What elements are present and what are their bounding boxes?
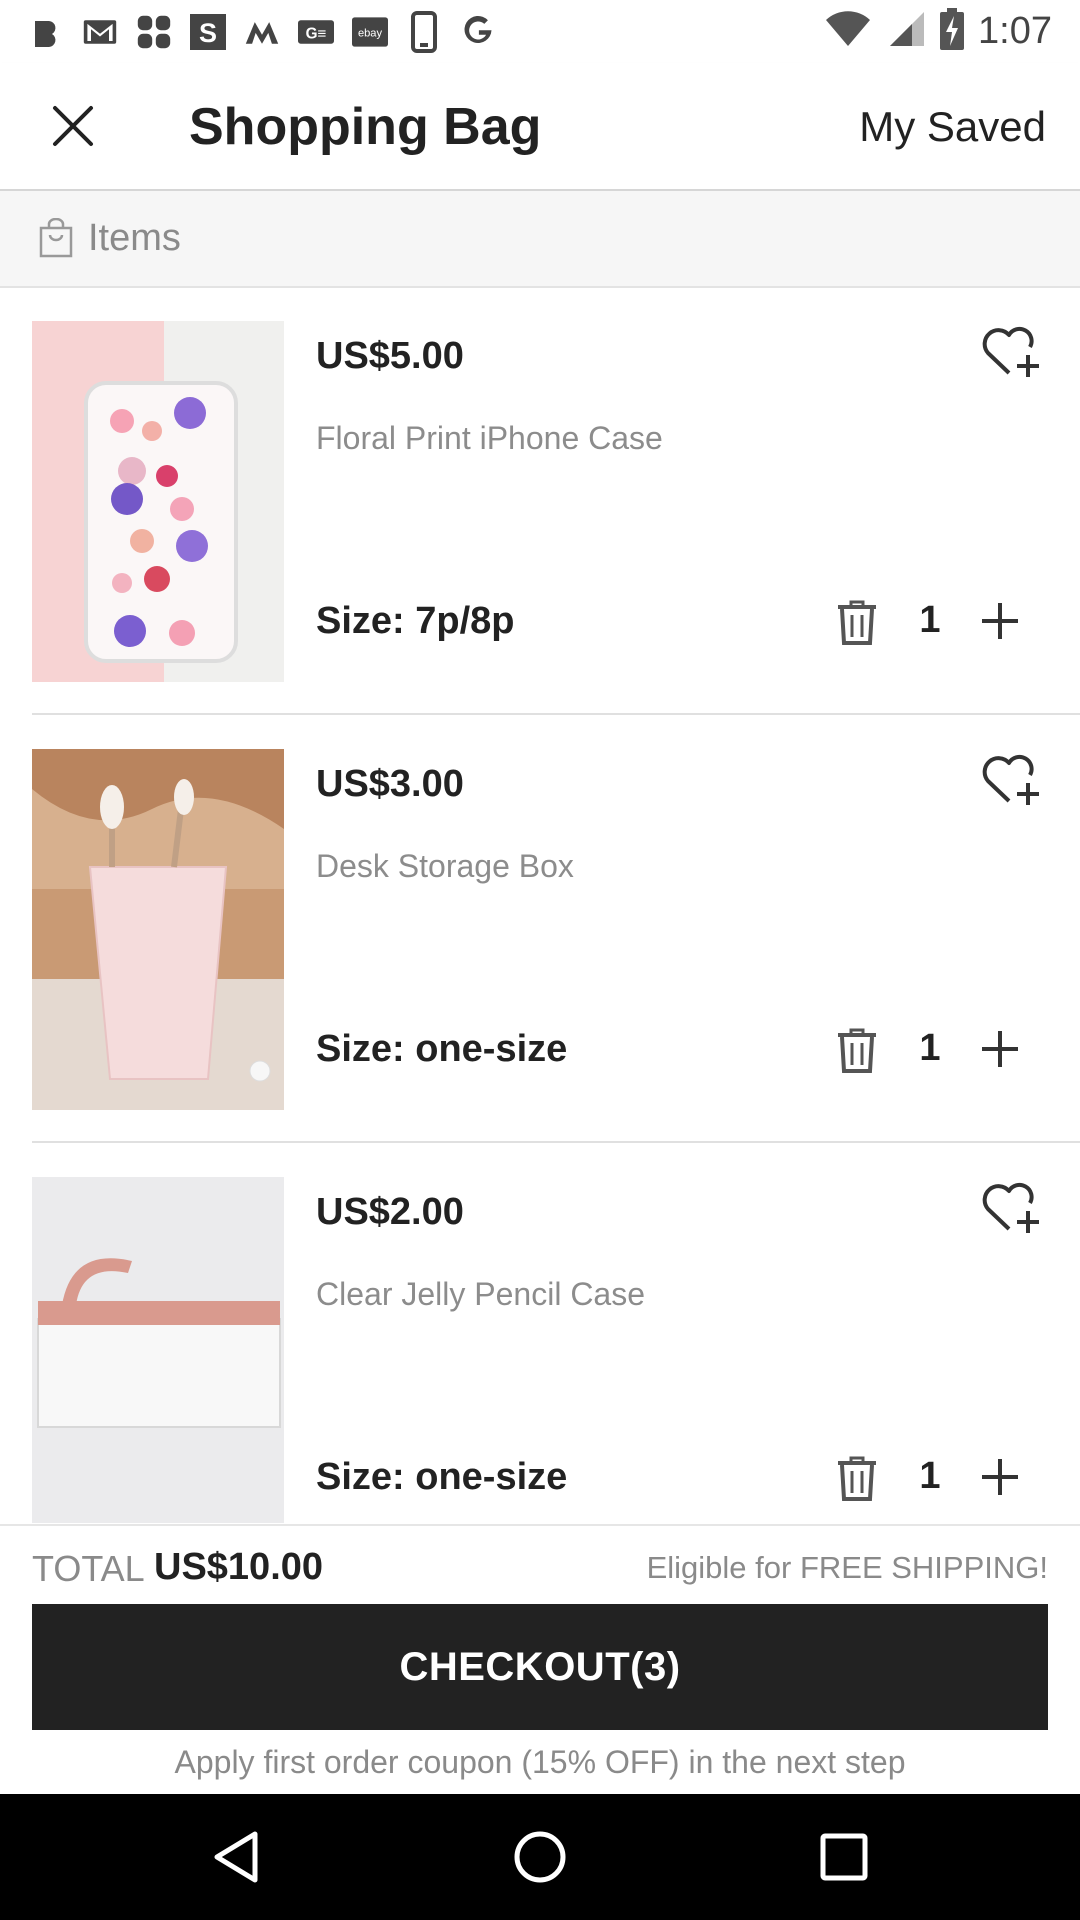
total-value: US$10.00 (154, 1546, 324, 1588)
item-quantity: 1 (919, 1027, 941, 1069)
ge-app-icon: G≡ (298, 14, 334, 50)
clock: 1:07 (978, 9, 1052, 52)
delete-item-button[interactable] (836, 1455, 878, 1501)
ebay-icon-text: ebay (358, 27, 383, 39)
product-image-clear-jelly-pencil-case[interactable] (32, 1177, 284, 1523)
save-for-later-button[interactable] (980, 751, 1042, 809)
recents-square-icon (820, 1833, 868, 1881)
ebay-icon: ebay (352, 14, 388, 50)
increase-quantity-button[interactable] (978, 1455, 1022, 1499)
notification-icons: S G≡ ebay (28, 10, 496, 54)
gmail-icon (82, 14, 118, 50)
pinwheel-app-icon (136, 14, 172, 50)
heart-plus-icon (982, 326, 1039, 377)
coupon-note: Apply first order coupon (15% OFF) in th… (174, 1744, 906, 1780)
item-price: US$2.00 (316, 1191, 464, 1233)
s-app-icon: S (190, 14, 226, 50)
m-app-icon (244, 14, 280, 50)
close-button[interactable] (40, 93, 106, 159)
plus-icon (982, 1459, 1018, 1495)
delete-item-button[interactable] (836, 1027, 878, 1073)
items-section-header: Items (0, 191, 1080, 288)
svg-text:S: S (199, 18, 217, 48)
trash-icon (838, 1028, 876, 1073)
b-app-icon (28, 14, 64, 50)
checkout-footer: TOTAL US$10.00 Eligible for FREE SHIPPIN… (0, 1524, 1080, 1796)
heart-plus-icon (982, 754, 1039, 805)
product-image-desk-storage-box[interactable] (32, 749, 284, 1110)
cart-item-list[interactable]: US$5.00 Floral Print iPhone Case Size: 7… (0, 287, 1080, 1523)
plus-icon (982, 603, 1018, 639)
delete-item-button[interactable] (836, 599, 878, 645)
trash-icon (838, 1456, 876, 1501)
phone-app-icon (406, 11, 442, 53)
recents-button[interactable] (811, 1824, 877, 1890)
wifi-icon (824, 10, 872, 53)
close-icon (53, 106, 93, 146)
battery-charging-icon (940, 7, 965, 55)
plus-icon (982, 1031, 1018, 1067)
item-size[interactable]: Size: one-size (316, 1028, 567, 1071)
back-triangle-icon (214, 1831, 258, 1883)
item-quantity: 1 (919, 599, 941, 641)
system-status: 1:07 (824, 7, 1052, 55)
increase-quantity-button[interactable] (978, 1027, 1022, 1071)
item-quantity: 1 (919, 1455, 941, 1497)
item-price: US$5.00 (316, 335, 464, 377)
page-title: Shopping Bag (189, 98, 542, 156)
total-label: TOTAL (32, 1548, 145, 1589)
save-for-later-button[interactable] (980, 1179, 1042, 1237)
my-saved-link[interactable]: My Saved (859, 103, 1046, 151)
item-name[interactable]: Desk Storage Box (316, 848, 574, 885)
cart-item[interactable]: US$3.00 Desk Storage Box Size: one-size … (0, 715, 1080, 1143)
heart-plus-icon (982, 1182, 1039, 1233)
item-name[interactable]: Floral Print iPhone Case (316, 420, 663, 457)
item-size[interactable]: Size: 7p/8p (316, 600, 515, 643)
free-shipping-note: Eligible for FREE SHIPPING! (646, 1550, 1048, 1585)
checkout-button[interactable]: CHECKOUT(3) (32, 1604, 1048, 1730)
increase-quantity-button[interactable] (978, 599, 1022, 643)
cell-signal-icon (886, 10, 926, 53)
item-size[interactable]: Size: one-size (316, 1456, 567, 1499)
section-label: Items (88, 217, 181, 259)
system-navigation-bar (0, 1794, 1080, 1920)
home-button[interactable] (507, 1824, 573, 1890)
status-bar: S G≡ ebay 1:07 (0, 0, 1080, 63)
svg-text:G≡: G≡ (306, 25, 327, 42)
cart-item[interactable]: US$2.00 Clear Jelly Pencil Case Size: on… (0, 1143, 1080, 1523)
product-image-floral-phone-case[interactable] (32, 321, 284, 682)
home-circle-icon (514, 1831, 566, 1883)
item-price: US$3.00 (316, 763, 464, 805)
save-for-later-button[interactable] (980, 323, 1042, 381)
item-name[interactable]: Clear Jelly Pencil Case (316, 1276, 645, 1313)
back-button[interactable] (203, 1824, 269, 1890)
cart-item[interactable]: US$5.00 Floral Print iPhone Case Size: 7… (0, 287, 1080, 715)
shopping-bag-icon (39, 218, 73, 258)
trash-icon (838, 600, 876, 645)
app-bar: Shopping Bag My Saved (0, 63, 1080, 191)
google-icon (460, 14, 496, 50)
